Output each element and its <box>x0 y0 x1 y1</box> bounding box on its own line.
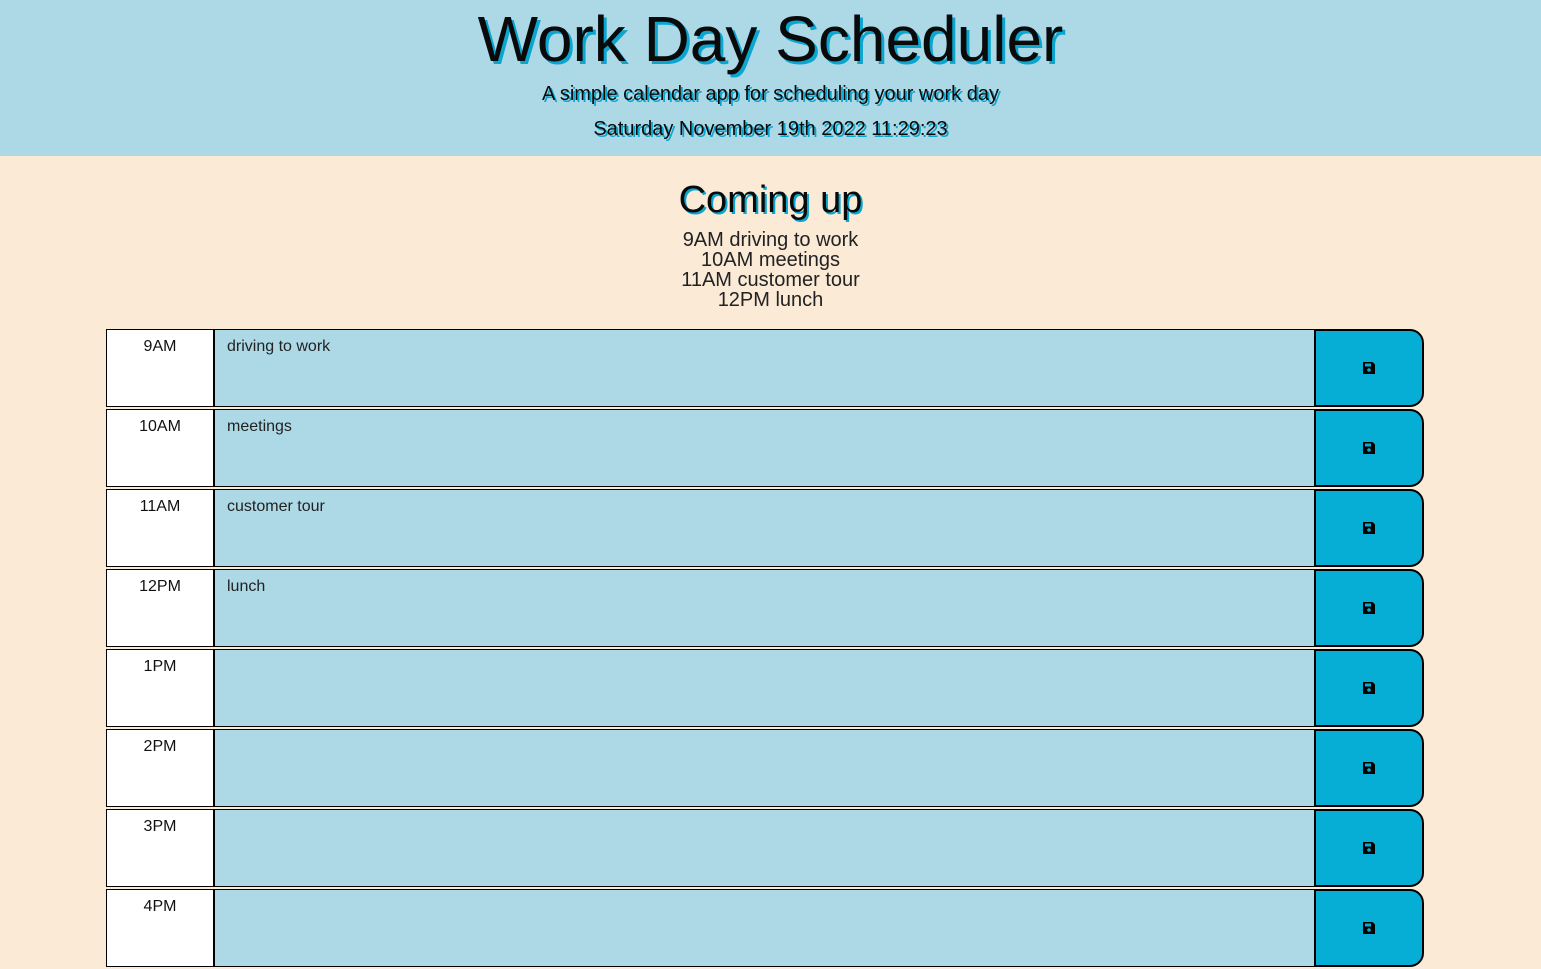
coming-up-heading: Coming up <box>678 179 863 221</box>
hour-label: 2PM <box>106 729 214 807</box>
save-button[interactable] <box>1314 409 1424 487</box>
coming-up-section: Coming up 9AM driving to work 10AM meeti… <box>0 177 1541 310</box>
time-block-4pm: 4PM <box>106 889 1426 967</box>
hour-label: 1PM <box>106 649 214 727</box>
description-textarea[interactable] <box>214 729 1314 807</box>
time-block-1pm: 1PM <box>106 649 1426 727</box>
save-icon <box>1363 522 1375 534</box>
save-icon <box>1363 442 1375 454</box>
hour-label: 12PM <box>106 569 214 647</box>
hour-label: 9AM <box>106 329 214 407</box>
hour-label: 11AM <box>106 489 214 567</box>
description-textarea[interactable]: customer tour <box>214 489 1314 567</box>
coming-up-item: 11AM customer tour <box>681 269 860 291</box>
save-button[interactable] <box>1314 649 1424 727</box>
description-textarea[interactable] <box>214 889 1314 967</box>
save-button[interactable] <box>1314 729 1424 807</box>
save-button[interactable] <box>1314 489 1424 567</box>
save-icon <box>1363 362 1375 374</box>
time-block-11am: 11AM customer tour <box>106 489 1426 567</box>
page-title: Work Day Scheduler <box>477 3 1064 75</box>
hour-label: 10AM <box>106 409 214 487</box>
coming-up-list: 9AM driving to work 10AM meetings 11AM c… <box>0 230 1541 310</box>
save-icon <box>1363 682 1375 694</box>
time-block-3pm: 3PM <box>106 809 1426 887</box>
save-button[interactable] <box>1314 889 1424 967</box>
coming-up-item: 10AM meetings <box>701 249 840 271</box>
save-icon <box>1363 602 1375 614</box>
current-date: Saturday November 19th 2022 11:29:23 <box>593 118 948 140</box>
header: Work Day Scheduler A simple calendar app… <box>0 0 1541 156</box>
save-icon <box>1363 842 1375 854</box>
description-textarea[interactable]: meetings <box>214 409 1314 487</box>
description-textarea[interactable]: lunch <box>214 569 1314 647</box>
time-block-12pm: 12PM lunch <box>106 569 1426 647</box>
time-block-2pm: 2PM <box>106 729 1426 807</box>
time-block-9am: 9AM driving to work <box>106 329 1426 407</box>
coming-up-item: 12PM lunch <box>717 289 824 311</box>
description-textarea[interactable]: driving to work <box>214 329 1314 407</box>
coming-up-item: 9AM driving to work <box>682 229 859 251</box>
save-button[interactable] <box>1314 569 1424 647</box>
schedule-container: 9AM driving to work 10AM meetings 11AM c… <box>106 329 1426 969</box>
save-icon <box>1363 922 1375 934</box>
time-block-10am: 10AM meetings <box>106 409 1426 487</box>
description-textarea[interactable] <box>214 809 1314 887</box>
hour-label: 4PM <box>106 889 214 967</box>
description-textarea[interactable] <box>214 649 1314 727</box>
save-icon <box>1363 762 1375 774</box>
page-subtitle: A simple calendar app for scheduling you… <box>542 83 999 105</box>
save-button[interactable] <box>1314 809 1424 887</box>
save-button[interactable] <box>1314 329 1424 407</box>
hour-label: 3PM <box>106 809 214 887</box>
